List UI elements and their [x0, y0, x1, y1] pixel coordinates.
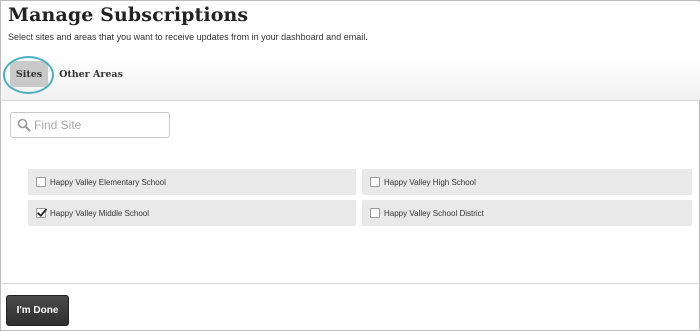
subscriptions-panel: Manage Subscriptions Select sites and ar… [0, 0, 700, 331]
site-item-happy-valley-middle[interactable]: Happy Valley Middle School [28, 200, 356, 226]
site-item-happy-valley-district[interactable]: Happy Valley School District [362, 200, 692, 226]
site-label: Happy Valley School District [384, 208, 484, 218]
footer-divider [2, 283, 700, 284]
site-item-happy-valley-high[interactable]: Happy Valley High School [362, 169, 692, 195]
checkbox[interactable] [370, 208, 380, 218]
checkbox-checked[interactable] [36, 208, 47, 218]
page-subtitle: Select sites and areas that you want to … [8, 32, 368, 42]
tab-label: Other Areas [59, 68, 123, 80]
site-label: Happy Valley High School [384, 177, 476, 187]
search-icon [17, 118, 31, 132]
site-label: Happy Valley Middle School [50, 208, 150, 218]
checkbox[interactable] [36, 177, 46, 187]
checkbox[interactable] [370, 177, 380, 187]
page-title: Manage Subscriptions [8, 4, 249, 26]
done-button[interactable]: I'm Done [6, 295, 69, 326]
search-box[interactable] [10, 112, 170, 138]
tab-other-areas[interactable]: Other Areas [58, 61, 124, 87]
site-label: Happy Valley Elementary School [50, 177, 166, 187]
search-input[interactable] [34, 118, 164, 132]
done-button-label: I'm Done [16, 305, 59, 316]
checkmark-icon [37, 208, 47, 217]
header: Manage Subscriptions Select sites and ar… [2, 2, 700, 101]
tab-label: Sites [15, 68, 43, 80]
tab-sites[interactable]: Sites [10, 61, 48, 87]
site-item-happy-valley-elementary[interactable]: Happy Valley Elementary School [28, 169, 356, 195]
